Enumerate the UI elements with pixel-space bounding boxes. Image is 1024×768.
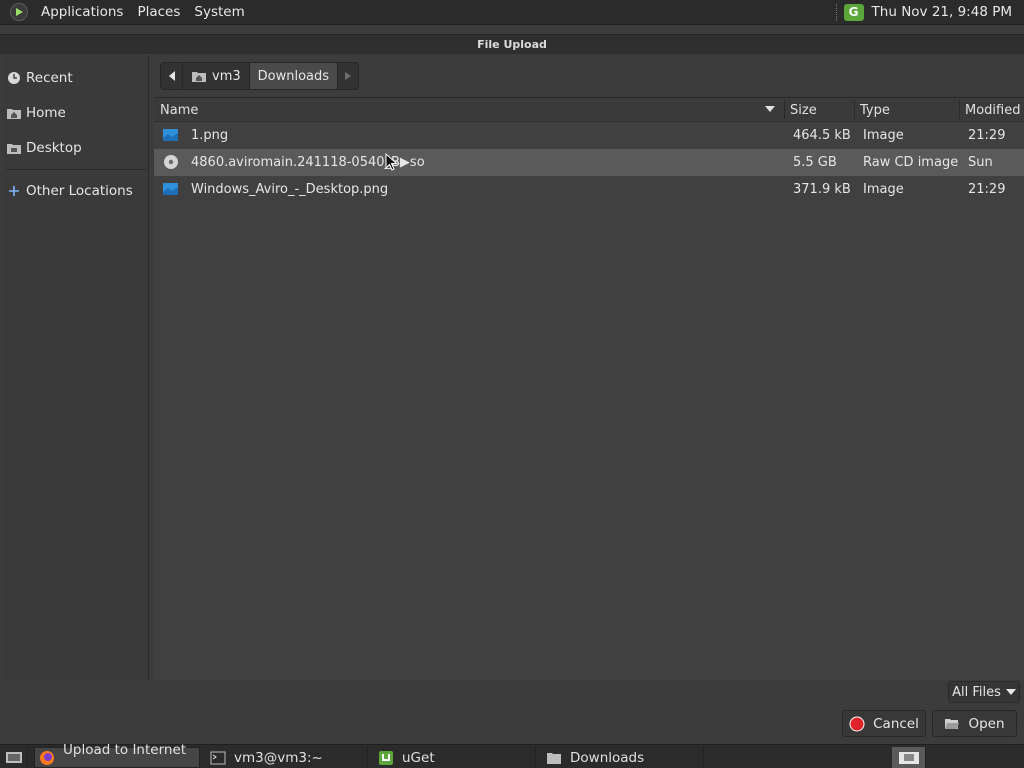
file-modified: 21:29 — [968, 182, 1006, 197]
clock[interactable]: Thu Nov 21, 9:48 PM — [872, 4, 1012, 20]
file-size: 5.5 GB — [793, 155, 837, 170]
file-size: 371.9 kB — [793, 182, 851, 197]
chevron-down-icon — [1005, 689, 1016, 695]
file-type: Image — [863, 128, 904, 143]
workspace-icon — [898, 751, 919, 764]
open-button[interactable]: Open — [932, 710, 1017, 737]
column-separator — [854, 101, 855, 119]
taskbar-item-label: uGet — [402, 749, 435, 766]
dialog-title[interactable]: File Upload — [0, 34, 1024, 54]
mouse-pointer-icon — [385, 153, 398, 171]
cancel-icon — [849, 716, 865, 731]
taskbar-item-label: Downloads — [570, 749, 645, 766]
home-folder-icon — [6, 105, 22, 121]
sidebar-item-label: Other Locations — [26, 183, 133, 199]
column-header-type[interactable]: Type — [860, 98, 890, 122]
sidebar-item-desktop[interactable]: Desktop — [2, 133, 149, 163]
file-modified: 21:29 — [968, 128, 1006, 143]
path-back-button[interactable] — [161, 63, 183, 89]
list-header: Name Size Type Modified — [154, 98, 1024, 122]
image-file-icon — [162, 127, 180, 143]
path-segment-label: vm3 — [212, 68, 241, 84]
sidebar-item-recent[interactable]: Recent — [2, 63, 149, 93]
places-menu[interactable]: Places — [130, 4, 187, 20]
taskbar-item-label: vm3@vm3:~ — [234, 749, 323, 766]
system-menu[interactable]: System — [187, 4, 251, 20]
sidebar-item-other-locations[interactable]: Other Locations — [2, 176, 149, 206]
image-file-icon — [162, 181, 180, 197]
column-header-modified[interactable]: Modified — [965, 98, 1020, 122]
clock-icon — [6, 70, 22, 86]
path-segment-vm3[interactable]: vm3 — [183, 63, 250, 89]
file-size: 464.5 kB — [793, 128, 851, 143]
chevron-left-icon — [168, 71, 175, 81]
open-button-label: Open — [968, 715, 1005, 732]
workspace-switcher[interactable] — [892, 747, 926, 768]
path-bar: vm3 Downloads — [160, 62, 360, 90]
pathbar-area: vm3 Downloads — [150, 55, 1024, 97]
sidebar-item-label: Home — [26, 105, 66, 121]
sidebar-item-home[interactable]: Home — [2, 98, 149, 128]
column-header-size[interactable]: Size — [790, 98, 817, 122]
file-type: Raw CD image — [863, 155, 959, 170]
sort-descending-icon[interactable] — [765, 106, 775, 112]
cancel-button-label: Cancel — [873, 715, 919, 732]
tray-area: G Thu Nov 21, 9:48 PM — [835, 0, 1024, 24]
taskbar-item-uget[interactable]: uGet — [372, 747, 536, 768]
file-row[interactable]: Windows_Aviro_-_Desktop.png 371.9 kB Ima… — [154, 176, 1024, 203]
column-separator — [784, 101, 785, 119]
folder-open-icon — [945, 718, 960, 729]
places-sidebar: Recent Home Desktop Other Locations — [2, 55, 149, 679]
taskbar-item-label: Upload to Internet ... — [63, 741, 187, 768]
path-forward-button[interactable] — [338, 63, 358, 89]
file-type: Image — [863, 182, 904, 197]
column-header-name[interactable]: Name — [160, 98, 198, 122]
file-name: 4860.aviromain.241118-0540_B▶so — [191, 155, 425, 170]
disc-image-icon — [162, 154, 180, 170]
home-folder-icon — [192, 72, 206, 82]
file-modified: Sun — [968, 155, 993, 170]
file-list: Name Size Type Modified 1.png 464.5 kB I… — [154, 97, 1024, 680]
tray-separator — [835, 3, 838, 21]
firefox-icon — [39, 750, 55, 766]
file-name: Windows_Aviro_-_Desktop.png — [191, 182, 389, 197]
uget-icon — [378, 750, 394, 766]
chevron-right-icon — [345, 72, 352, 80]
path-segment-label: Downloads — [257, 68, 330, 84]
file-row[interactable]: 1.png 464.5 kB Image 21:29 — [154, 122, 1024, 149]
terminal-icon — [210, 750, 226, 766]
top-panel: Applications Places System G Thu Nov 21,… — [0, 0, 1024, 25]
desktop-icon — [5, 751, 22, 763]
file-name: 1.png — [191, 128, 229, 143]
column-separator — [959, 101, 960, 119]
plus-icon — [6, 183, 22, 199]
taskbar-item-firefox[interactable]: Upload to Internet ... — [34, 742, 200, 768]
file-type-filter-dropdown[interactable]: All Files — [948, 681, 1020, 703]
sidebar-item-label: Recent — [26, 70, 73, 86]
filter-label: All Files — [952, 684, 1001, 700]
sidebar-item-label: Desktop — [26, 140, 82, 156]
file-row[interactable]: 4860.aviromain.241118-0540_B▶so 5.5 GB R… — [154, 149, 1024, 176]
path-segment-downloads[interactable]: Downloads — [249, 63, 339, 89]
uget-tray-icon[interactable]: G — [843, 3, 864, 21]
sidebar-separator — [6, 169, 147, 170]
taskbar-item-downloads[interactable]: Downloads — [540, 747, 704, 768]
folder-icon — [546, 750, 562, 766]
show-desktop-button[interactable] — [0, 747, 28, 768]
cancel-button[interactable]: Cancel — [842, 710, 926, 737]
taskbar: Upload to Internet ... vm3@vm3:~ uGet Do… — [0, 742, 1024, 768]
desktop-folder-icon — [6, 140, 22, 156]
taskbar-item-terminal[interactable]: vm3@vm3:~ — [204, 747, 368, 768]
applications-menu-icon[interactable] — [10, 3, 28, 21]
applications-menu[interactable]: Applications — [34, 4, 130, 20]
